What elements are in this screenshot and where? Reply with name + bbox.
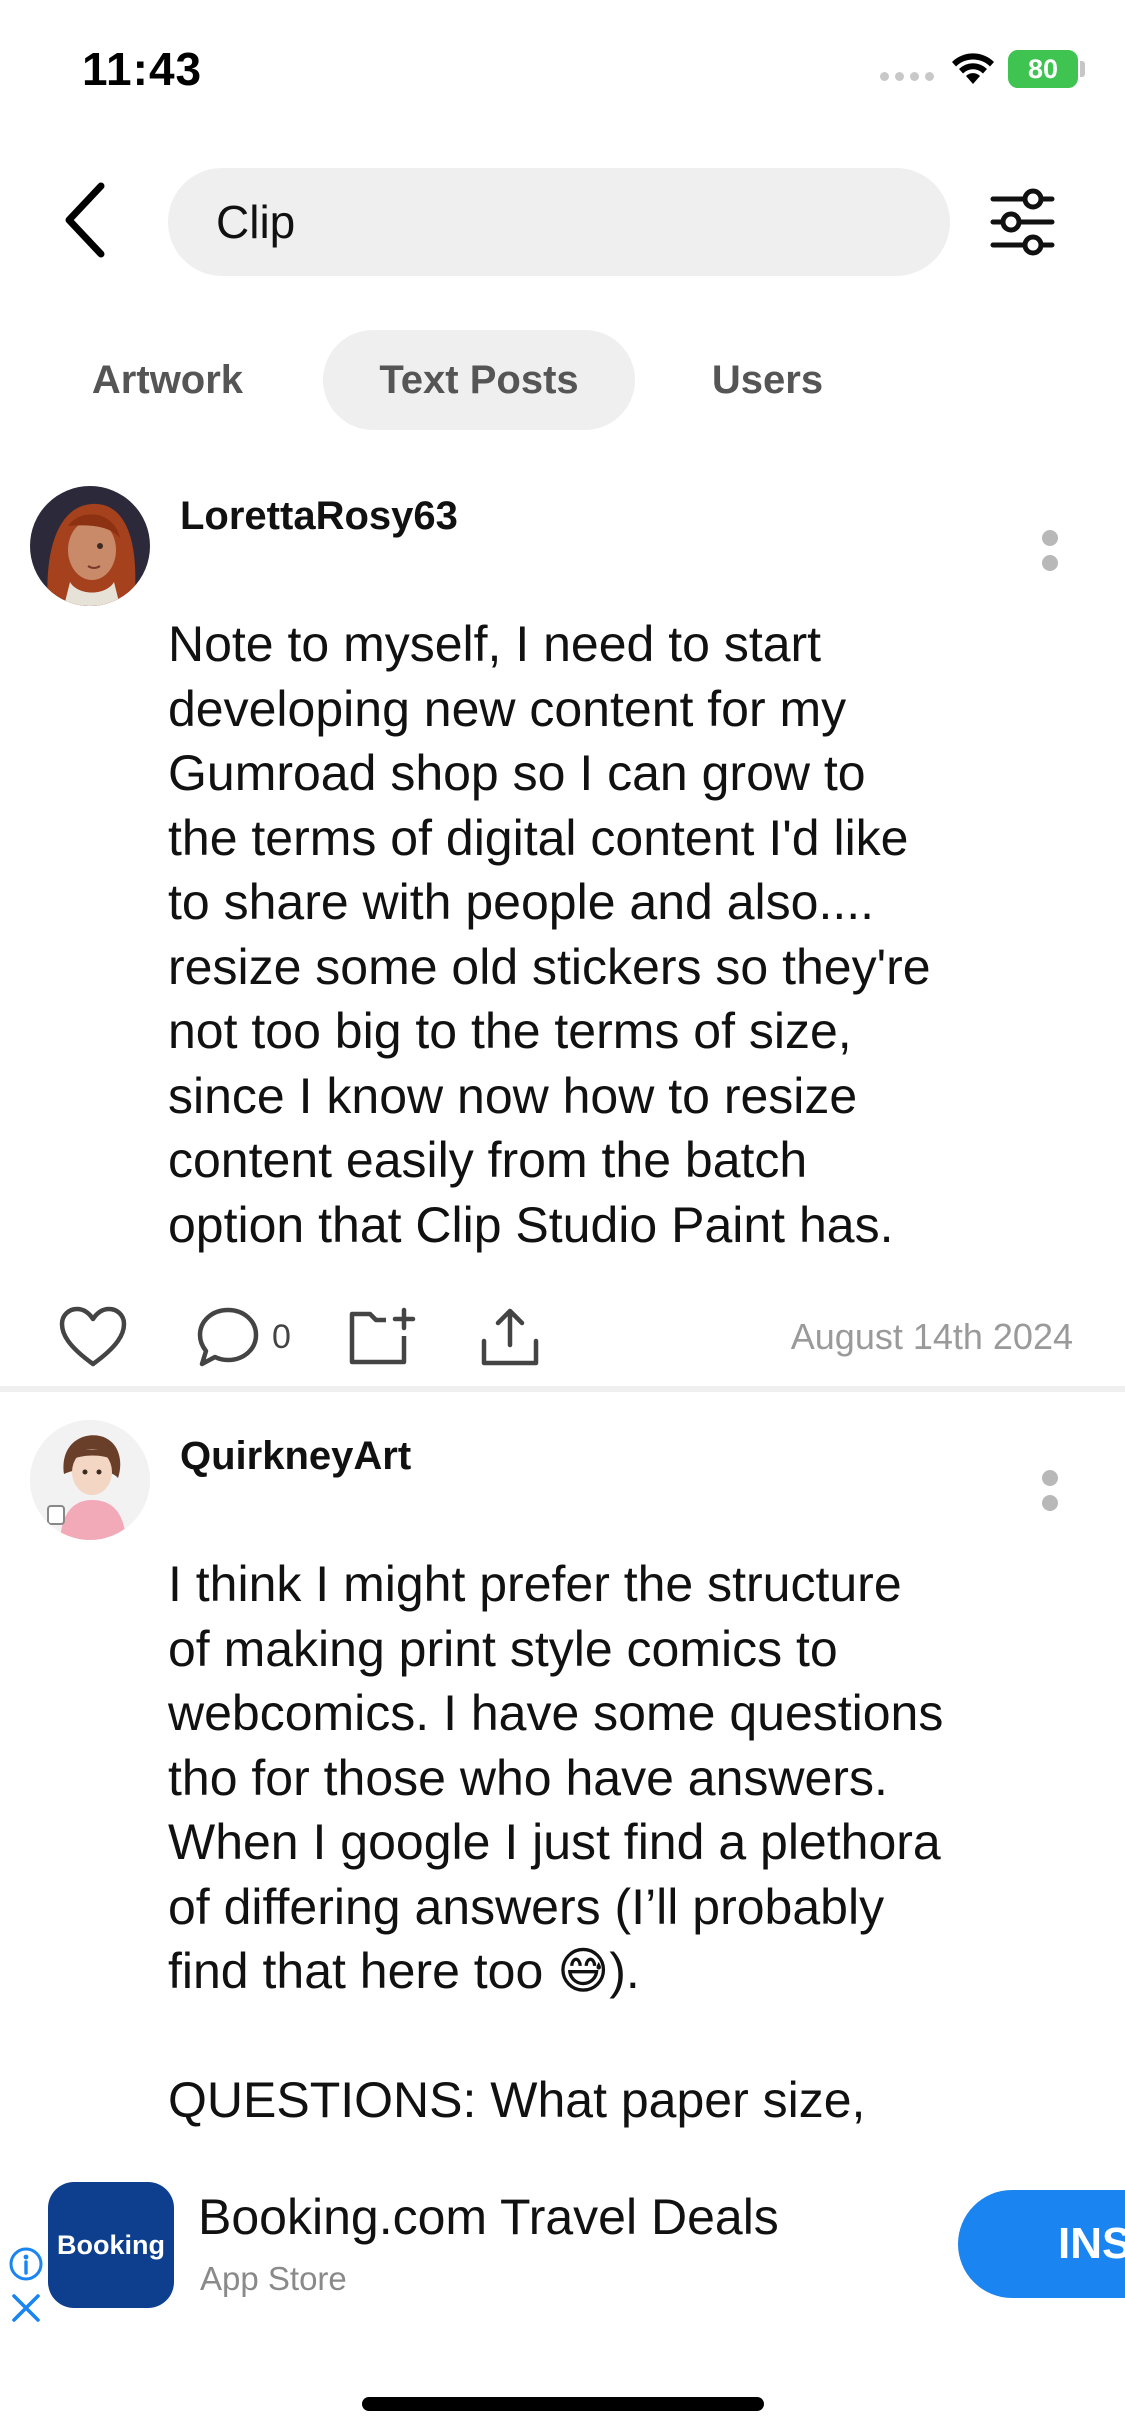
sliders-icon — [990, 188, 1055, 256]
ad-install-button[interactable]: INSTALL — [958, 2190, 1125, 2298]
more-options-button[interactable] — [1030, 520, 1070, 580]
status-bar: 11:43 80 — [0, 0, 1125, 140]
post-text[interactable]: I think I might prefer the structure of … — [168, 1552, 1048, 2133]
battery-nub — [1080, 61, 1085, 77]
home-indicator[interactable] — [362, 2397, 764, 2411]
tab-text-posts[interactable]: Text Posts — [323, 330, 635, 430]
more-dot-icon — [1042, 554, 1058, 571]
filter-button[interactable] — [985, 185, 1060, 260]
post-divider — [0, 1386, 1125, 1392]
back-button[interactable] — [50, 175, 120, 265]
wifi-icon — [952, 53, 994, 84]
avatar[interactable] — [30, 486, 150, 606]
search-tabs: Artwork Text Posts Users — [0, 330, 1125, 430]
ad-app-logo[interactable]: Booking — [48, 2182, 174, 2308]
more-dot-icon — [1042, 529, 1058, 546]
more-dot-icon — [1042, 1469, 1058, 1486]
post-date: August 14th 2024 — [790, 1316, 1073, 1357]
heart-icon — [59, 1306, 127, 1367]
battery-icon: 80 — [1008, 50, 1078, 88]
more-options-button[interactable] — [1030, 1460, 1070, 1520]
ad-banner[interactable]: Booking Booking.com Travel Deals App Sto… — [0, 2160, 1125, 2340]
search-query: Clip — [216, 196, 296, 248]
comment-button[interactable]: 0 — [196, 1292, 291, 1382]
more-dot-icon — [1042, 1494, 1058, 1511]
post-card: LorettaRosy63 Note to myself, I need to … — [0, 480, 1125, 1390]
share-icon — [481, 1308, 539, 1366]
post-username[interactable]: LorettaRosy63 — [180, 494, 458, 539]
add-to-collection-button[interactable] — [346, 1292, 420, 1382]
share-button[interactable] — [478, 1292, 542, 1382]
tab-users[interactable]: Users — [680, 330, 855, 430]
post-username[interactable]: QuirkneyArt — [180, 1434, 411, 1479]
chevron-left-icon — [65, 182, 105, 258]
post-actions: 0 August 14th 2024 — [0, 1292, 1125, 1382]
folder-add-icon — [349, 1307, 416, 1365]
status-time: 11:43 — [82, 43, 203, 95]
close-icon[interactable] — [8, 2290, 44, 2326]
cellular-signal-icon — [880, 72, 934, 81]
like-button[interactable] — [58, 1292, 128, 1382]
battery-level: 80 — [1027, 54, 1059, 84]
info-icon[interactable] — [8, 2246, 44, 2282]
ad-title[interactable]: Booking.com Travel Deals — [198, 2188, 779, 2246]
post-card: QuirkneyArt I think I might prefer the s… — [0, 1420, 1125, 2160]
tab-artwork[interactable]: Artwork — [60, 330, 275, 430]
search-input[interactable]: Clip — [168, 168, 950, 276]
comment-count: 0 — [272, 1317, 291, 1356]
avatar[interactable] — [30, 1420, 150, 1540]
comment-bubble-icon — [197, 1307, 259, 1367]
ad-subtitle: App Store — [200, 2260, 347, 2297]
post-text[interactable]: Note to myself, I need to start developi… — [168, 612, 1048, 1257]
